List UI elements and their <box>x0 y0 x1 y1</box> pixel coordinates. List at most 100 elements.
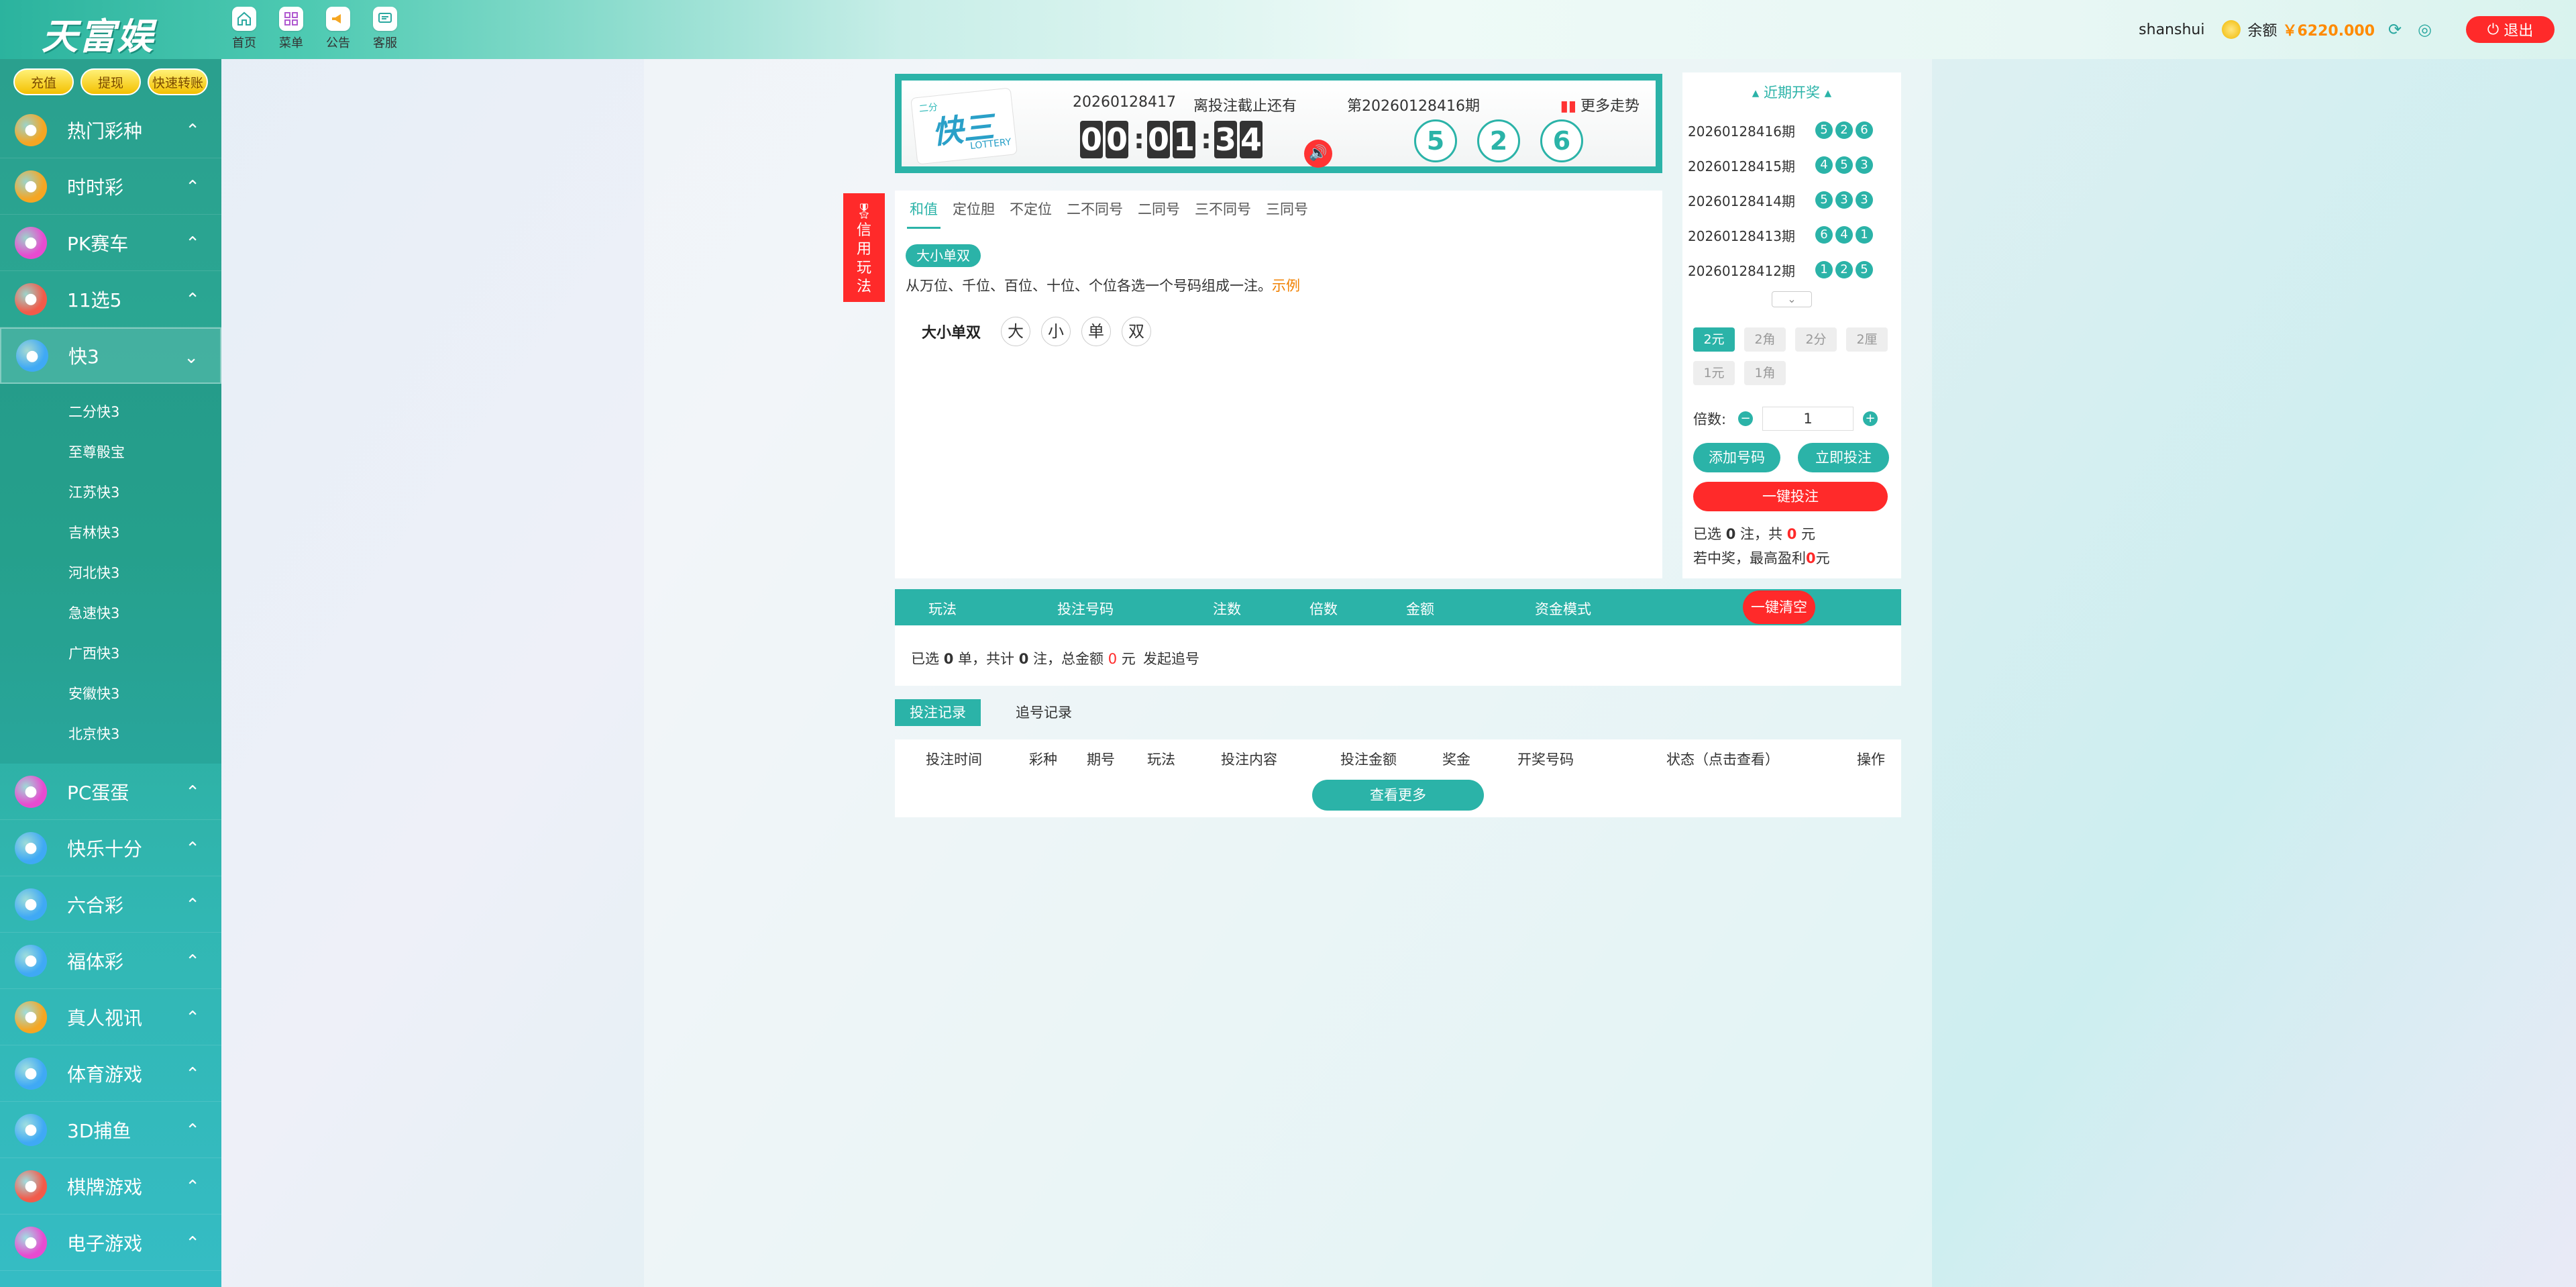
nav-menu[interactable]: 菜单 <box>275 7 307 51</box>
subplay-tag[interactable]: 大小单双 <box>906 244 981 267</box>
sidebar-category[interactable]: ● 真人视讯 ⌃ <box>0 989 221 1045</box>
expand-chevron-icon[interactable]: ⌄ <box>1772 291 1812 307</box>
flag-char: 玩 <box>856 260 871 276</box>
column-header: 注数 <box>1213 601 1241 617</box>
sidebar-category[interactable]: ● 棋牌游戏 ⌃ <box>0 1158 221 1215</box>
sidebar-category[interactable]: ● 11选5 ⌃ <box>0 271 221 327</box>
sidebar-subitem[interactable]: 急速快3 <box>0 593 221 633</box>
deposit-button[interactable]: 充值 <box>13 68 74 95</box>
tab-erbutonghao[interactable]: 二不同号 <box>1064 199 1126 229</box>
megaphone-icon <box>326 7 350 31</box>
nav-notice[interactable]: 公告 <box>322 7 354 51</box>
sidebar-subitem[interactable]: 二分快3 <box>0 392 221 432</box>
chevron-up-icon: ⌃ <box>185 951 200 972</box>
chevron-up-icon: ⌃ <box>185 895 200 915</box>
unit-option[interactable]: 2厘 <box>1846 327 1888 352</box>
sidebar-category[interactable]: ● 体育游戏 ⌃ <box>0 1045 221 1102</box>
more-trend-link[interactable]: ▮▮ 更多走势 <box>1560 94 1640 115</box>
sidebar-category[interactable]: ● 时时彩 ⌃ <box>0 158 221 215</box>
sidebar-category[interactable]: ● PC蛋蛋 ⌃ <box>0 764 221 820</box>
unit-option[interactable]: 1角 <box>1744 361 1786 385</box>
lottery-ball-icon: ● <box>15 831 47 864</box>
nav-home[interactable]: 首页 <box>228 7 260 51</box>
credit-play-flag[interactable]: 🎖 信 用 玩 法 <box>843 193 885 302</box>
speaker-icon[interactable]: 🔊 <box>1304 140 1332 168</box>
sidebar-category[interactable]: ● 福体彩 ⌃ <box>0 933 221 989</box>
draw-ball: 2 <box>1835 121 1853 139</box>
chevron-up-icon: ⌃ <box>185 177 200 197</box>
sidebar-subitem[interactable]: 吉林快3 <box>0 513 221 553</box>
sidebar-category[interactable]: ● 快乐十分 ⌃ <box>0 820 221 876</box>
view-more-button[interactable]: 查看更多 <box>1312 780 1484 811</box>
tab-ertonghao[interactable]: 二同号 <box>1135 199 1183 229</box>
tab-santonghao[interactable]: 三同号 <box>1263 199 1311 229</box>
sidebar-subitem[interactable]: 广西快3 <box>0 633 221 674</box>
brand-logo[interactable]: 天富娱乐® <box>42 7 182 111</box>
draw-issue: 20260128413期 <box>1688 227 1795 244</box>
user-area: shanshui 余额 ￥6220.000 ⟳ ◎ ⏻ 退出 <box>2139 0 2576 59</box>
summary-text: 元 <box>1121 651 1136 667</box>
tab-bet-records[interactable]: 投注记录 <box>895 699 981 726</box>
username[interactable]: shanshui <box>2139 21 2204 38</box>
tab-chase-records[interactable]: 追号记录 <box>1001 699 1087 726</box>
sidebar-subitem[interactable]: 江苏快3 <box>0 472 221 513</box>
draw-ball: 6 <box>1815 226 1833 244</box>
withdraw-button[interactable]: 提现 <box>80 68 141 95</box>
sidebar-category[interactable]: ● PK赛车 ⌃ <box>0 215 221 271</box>
sidebar-category[interactable]: ● 热门彩种 ⌃ <box>0 102 221 158</box>
pick-even[interactable]: 双 <box>1122 317 1152 346</box>
multiplier-input[interactable]: 1 <box>1762 407 1854 431</box>
refresh-icon[interactable]: ⟳ <box>2388 21 2406 38</box>
home-icon <box>232 7 256 31</box>
result-ball: 6 <box>1540 119 1583 162</box>
column-header: 倍数 <box>1309 601 1338 617</box>
unit-option[interactable]: 1元 <box>1693 361 1735 385</box>
add-number-button[interactable]: 添加号码 <box>1693 443 1780 472</box>
example-link[interactable]: 示例 <box>1272 278 1300 294</box>
sidebar-subitem[interactable]: 北京快3 <box>0 714 221 754</box>
unit-option[interactable]: 2元 <box>1693 327 1735 352</box>
play-panel: 和值 定位胆 不定位 二不同号 二同号 三不同号 三同号 大小单双 从万位、千位… <box>895 191 1662 578</box>
pick-small[interactable]: 小 <box>1041 317 1071 346</box>
pick-odd[interactable]: 单 <box>1081 317 1112 346</box>
pick-big[interactable]: 大 <box>1001 317 1031 346</box>
one-key-bet-button[interactable]: 一键投注 <box>1693 482 1888 511</box>
tab-budingwei[interactable]: 不定位 <box>1007 199 1055 229</box>
sidebar: 充值 提现 快速转账 ● 热门彩种 ⌃ ● 时时彩 ⌃ ● PK赛车 ⌃ ● 11选5 ⌃ ● 快3 ⌄ 二… <box>0 59 221 1287</box>
start-chase-link[interactable]: 发起追号 <box>1143 648 1199 668</box>
draw-ball: 1 <box>1856 226 1873 244</box>
lottery-header: 二分 快三 LOTTERY 20260128417 离投注截止还有 0 0 : … <box>895 74 1662 173</box>
sidebar-category[interactable]: ● 快3 ⌄ <box>0 327 221 384</box>
sidebar-category[interactable]: ● 六合彩 ⌃ <box>0 876 221 933</box>
countdown-timer: 0 0 : 0 1 : 3 4 <box>1080 121 1265 158</box>
lottery-ball-icon: ● <box>15 113 47 146</box>
unit-option[interactable]: 2分 <box>1795 327 1837 352</box>
column-header: 操作 <box>1857 752 1885 768</box>
chevron-up-icon: ⌃ <box>185 1177 200 1197</box>
eye-off-icon[interactable]: ◎ <box>2418 21 2435 38</box>
sidebar-subitem[interactable]: 安徽快3 <box>0 674 221 714</box>
lottery-ball-icon: ● <box>15 170 47 203</box>
bet-now-button[interactable]: 立即投注 <box>1798 443 1889 472</box>
deadline-label: 离投注截止还有 <box>1193 98 1297 115</box>
sidebar-category[interactable]: ● 电子游戏 ⌃ <box>0 1215 221 1271</box>
summary-text: 已选 <box>911 651 939 667</box>
chevron-up-icon: ⌃ <box>185 1008 200 1028</box>
nav-home-label: 首页 <box>232 36 256 50</box>
logout-button[interactable]: ⏻ 退出 <box>2466 16 2555 43</box>
clear-all-button[interactable]: 一键清空 <box>1743 590 1815 624</box>
unit-option[interactable]: 2角 <box>1744 327 1786 352</box>
minus-icon[interactable]: − <box>1738 411 1754 426</box>
column-header: 状态（点击查看） <box>1666 752 1779 768</box>
plus-icon[interactable]: + <box>1863 411 1878 426</box>
sidebar-subitem[interactable]: 河北快3 <box>0 553 221 593</box>
sidebar-category[interactable]: ● 3D捕鱼 ⌃ <box>0 1102 221 1158</box>
summary-text: 注，总金额 <box>1033 651 1104 667</box>
nav-service[interactable]: 客服 <box>369 7 401 51</box>
sidebar-subitem[interactable]: 至尊骰宝 <box>0 432 221 472</box>
tab-sanbutonghao[interactable]: 三不同号 <box>1192 199 1254 229</box>
tab-hezhi[interactable]: 和值 <box>907 199 941 229</box>
transfer-button[interactable]: 快速转账 <box>148 68 208 95</box>
draw-ball: 3 <box>1856 156 1873 174</box>
tab-dingweidan[interactable]: 定位胆 <box>950 199 998 229</box>
